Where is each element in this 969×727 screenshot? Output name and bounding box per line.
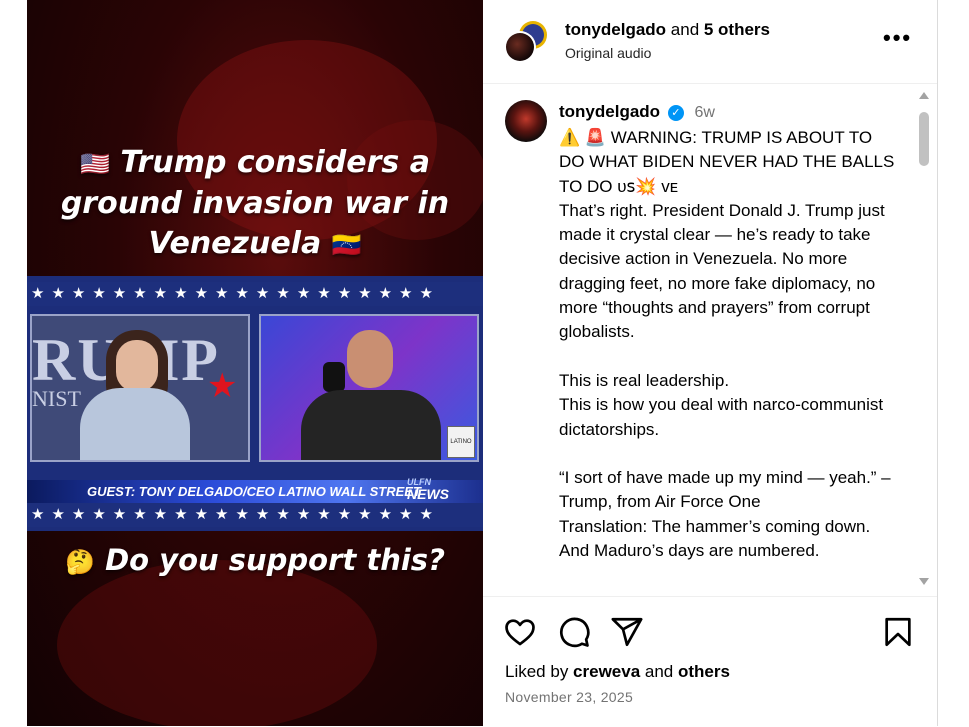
post-age[interactable]: 6w	[695, 104, 715, 121]
microphone-icon	[323, 362, 345, 392]
collaborators-line: tonydelgado and 5 others	[565, 20, 770, 40]
verified-badge-icon: ✓	[667, 105, 684, 121]
likes-summary: Liked by creweva and others	[505, 662, 730, 682]
thinking-face-icon: 🤔	[65, 548, 95, 576]
us-flag-icon: 🇺🇸	[80, 150, 110, 178]
reel-video[interactable]: 🇺🇸 Trump considers a ground invasion war…	[27, 0, 483, 726]
latino-logo: LATINO	[447, 426, 475, 458]
liked-and: and	[640, 662, 678, 681]
liked-others-link[interactable]: others	[678, 662, 730, 681]
guest-camera: LATINO	[259, 314, 479, 462]
audio-link[interactable]: Original audio	[565, 45, 651, 61]
post-header: tonydelgado and 5 others Original audio …	[483, 0, 937, 84]
globe-graphic	[57, 560, 377, 726]
author-line: tonydelgado ✓ 6w	[559, 102, 715, 122]
scroll-down-arrow-icon[interactable]	[919, 578, 929, 585]
star-icon: ★	[207, 367, 238, 405]
post-date[interactable]: November 23, 2025	[505, 689, 633, 705]
comment-icon[interactable]	[557, 615, 591, 649]
scrollbar[interactable]	[917, 92, 931, 587]
host-face	[116, 340, 158, 392]
network-logo: ULFN NEWS	[407, 476, 449, 502]
stars-banner: ★★★★★★★★★★★★★★★★★★★★	[27, 503, 483, 527]
video-question: 🤔 Do you support this?	[27, 540, 483, 582]
video-headline: 🇺🇸 Trump considers a ground invasion war…	[27, 143, 483, 265]
guest-body	[301, 390, 441, 460]
video-headline-text: Trump considers a ground invasion war in…	[60, 145, 450, 261]
share-icon[interactable]	[610, 615, 644, 649]
network-logo-text: NEWS	[407, 486, 449, 502]
guest-face	[347, 330, 393, 388]
heart-icon[interactable]	[503, 615, 537, 649]
caption-area: tonydelgado ✓ 6w ⚠️ 🚨 WARNING: TRUMP IS …	[483, 84, 937, 595]
host-camera: RUMP NIST ★	[30, 314, 250, 462]
header-others-link[interactable]: 5 others	[704, 20, 770, 39]
bookmark-icon[interactable]	[881, 615, 915, 649]
post-actions: Liked by creweva and others November 23,…	[483, 596, 937, 727]
header-and: and	[666, 20, 704, 39]
venezuela-flag-icon: 🇻🇪	[331, 231, 362, 259]
author-avatar[interactable]	[505, 100, 547, 142]
liked-user-link[interactable]: creweva	[573, 662, 640, 681]
video-question-text: Do you support this?	[105, 543, 445, 577]
author-username[interactable]: tonydelgado	[559, 102, 660, 121]
post-caption: ⚠️ 🚨 WARNING: TRUMP IS ABOUT TO DO WHAT …	[559, 128, 895, 561]
stars-banner: ★★★★★★★★★★★★★★★★★★★★	[27, 282, 483, 306]
news-broadcast-frame: ★★★★★★★★★★★★★★★★★★★★ RUMP NIST ★ LATINO …	[27, 276, 483, 531]
post-panel: tonydelgado and 5 others Original audio …	[483, 0, 938, 726]
lower-third: GUEST: TONY DELGADO/CEO LATINO WALL STRE…	[27, 477, 483, 504]
more-options-button[interactable]: •••	[883, 27, 912, 49]
author-avatar[interactable]	[504, 31, 536, 63]
guest-label: GUEST: TONY DELGADO/CEO LATINO WALL STRE…	[87, 484, 421, 499]
liked-prefix: Liked by	[505, 662, 574, 681]
host-body	[80, 388, 190, 460]
scrollbar-thumb[interactable]	[919, 112, 929, 166]
header-username[interactable]: tonydelgado	[565, 20, 666, 39]
backdrop-text: NIST	[32, 386, 81, 411]
scroll-up-arrow-icon[interactable]	[919, 92, 929, 99]
